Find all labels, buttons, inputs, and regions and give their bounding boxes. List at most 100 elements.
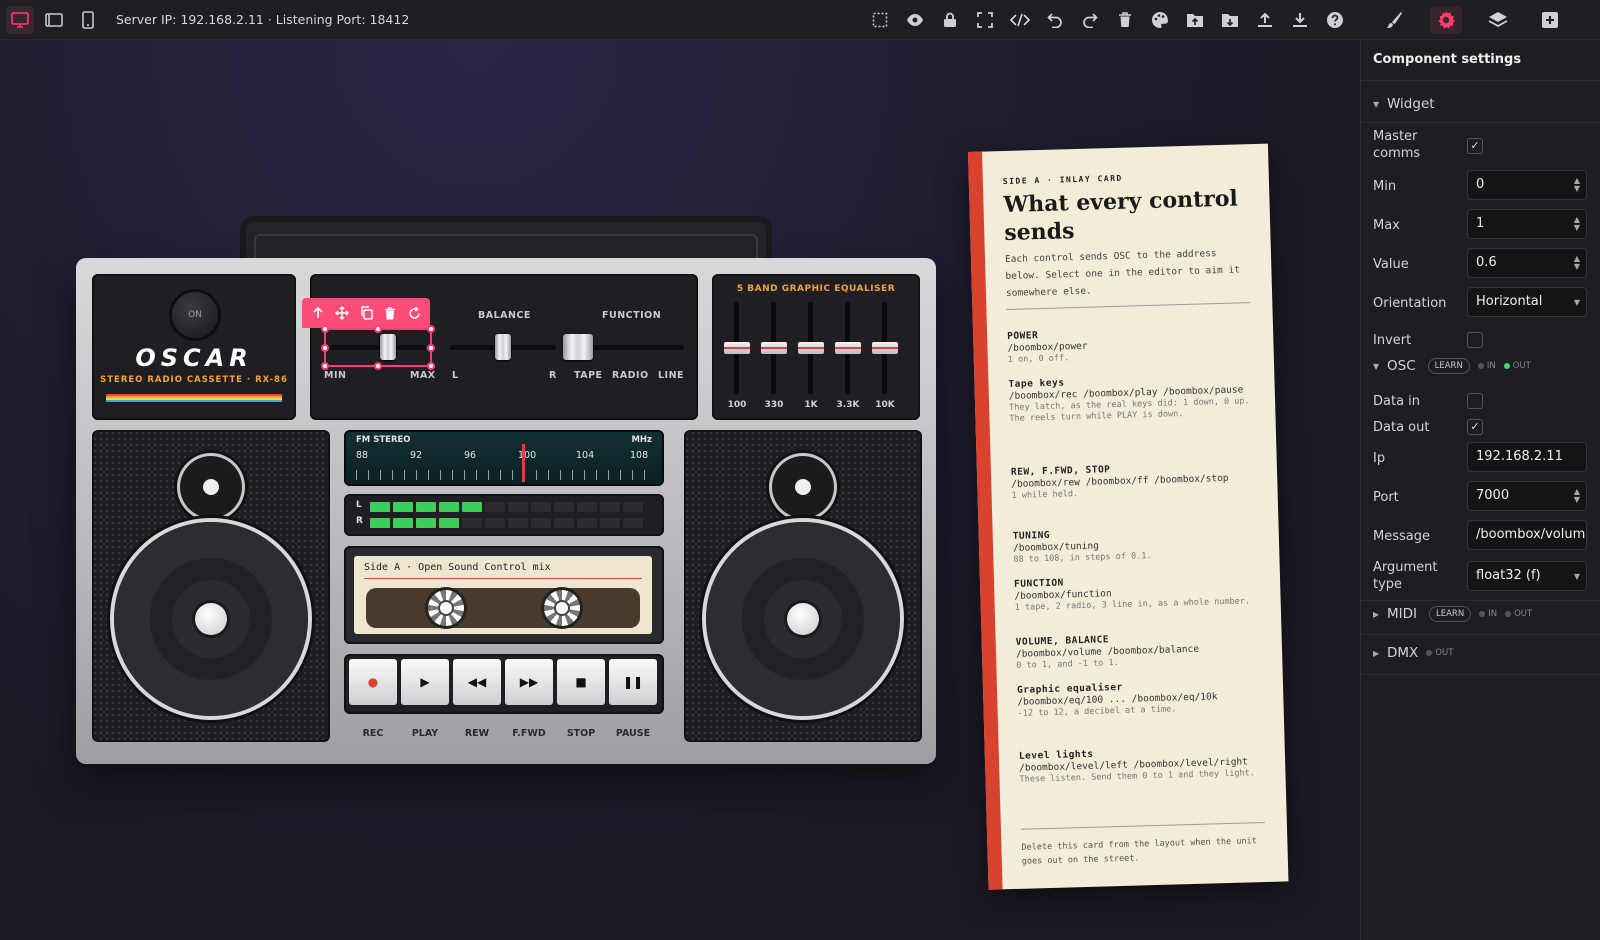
power-button[interactable]: ON <box>172 292 218 338</box>
eq-knob-3.3K[interactable] <box>835 342 861 354</box>
download-icon <box>1293 13 1307 27</box>
layers-tab-button[interactable] <box>1482 6 1514 34</box>
add-widget-button[interactable] <box>1534 6 1566 34</box>
ffwd-key[interactable]: ▶▶ <box>505 659 553 705</box>
function-slider-knob[interactable] <box>563 334 593 360</box>
inlay-card[interactable]: SIDE A · INLAY CARD What every control s… <box>968 143 1289 890</box>
selection-toolbar <box>302 298 430 328</box>
midi-out-indicator: OUT <box>1505 609 1532 619</box>
eq-knob-330[interactable] <box>761 342 787 354</box>
argument-type-select[interactable]: float32 (f) ▼ <box>1467 561 1587 591</box>
eq-slider-3.3K[interactable] <box>835 302 861 394</box>
redo-icon <box>1083 13 1098 28</box>
ip-label: Ip <box>1373 451 1386 466</box>
download-button[interactable] <box>1286 6 1314 34</box>
eq-slider-100[interactable] <box>724 302 750 394</box>
eq-knob-10K[interactable] <box>872 342 898 354</box>
resize-handle-se[interactable] <box>427 362 435 370</box>
midi-in-indicator: IN <box>1479 609 1497 619</box>
level-led <box>439 502 459 512</box>
upload-icon <box>1258 12 1272 27</box>
widget-group-header[interactable]: ▼ Widget <box>1373 96 1435 112</box>
resize-handle-s[interactable] <box>374 362 382 370</box>
open-folder-button[interactable] <box>1181 6 1209 34</box>
code-button[interactable] <box>1006 6 1034 34</box>
eq-knob-1K[interactable] <box>798 342 824 354</box>
tablet-view-button[interactable] <box>40 6 68 34</box>
eq-band-label: 1K <box>804 400 818 410</box>
data-out-checkbox[interactable]: ✓ <box>1467 419 1483 435</box>
level-led <box>554 502 574 512</box>
min-input[interactable]: 0 ▲ ▼ <box>1467 170 1587 200</box>
delete-button[interactable] <box>1111 6 1139 34</box>
style-tab-button[interactable] <box>1378 6 1410 34</box>
eq-slider-330[interactable] <box>761 302 787 394</box>
balance-slider-knob[interactable] <box>495 334 511 360</box>
play-key[interactable]: ▶ <box>401 659 449 705</box>
master-comms-checkbox[interactable]: ✓ <box>1467 138 1483 154</box>
resize-handle-e[interactable] <box>427 344 435 352</box>
lock-icon <box>944 12 956 27</box>
upload-button[interactable] <box>1251 6 1279 34</box>
max-input[interactable]: 1 ▲ ▼ <box>1467 209 1587 239</box>
eq-slider-1K[interactable] <box>798 302 824 394</box>
editor-canvas[interactable]: ON OSCAR STEREO RADIO CASSETTE · RX-86 M… <box>0 40 1360 940</box>
tuner-dial[interactable]: FM STEREO MHz 88 92 96 100 104 108 <box>344 430 664 486</box>
import-button[interactable] <box>1216 6 1244 34</box>
eq-knob-100[interactable] <box>724 342 750 354</box>
ip-input[interactable]: 192.168.2.11 <box>1467 442 1587 472</box>
rew-key[interactable]: ◀◀ <box>453 659 501 705</box>
move-up-button[interactable] <box>309 304 327 322</box>
preview-button[interactable] <box>901 6 929 34</box>
tuner-needle[interactable] <box>521 444 525 482</box>
resize-handle-ne[interactable] <box>427 325 435 333</box>
tuner-scale-92: 92 <box>410 450 423 461</box>
theme-button[interactable] <box>1146 6 1174 34</box>
stepper-icon: ▲ ▼ <box>1573 215 1580 232</box>
port-input[interactable]: 7000 ▲ ▼ <box>1467 481 1587 511</box>
pause-icon: ❚❚ <box>622 675 644 689</box>
dmx-group-header[interactable]: ▶ DMX OUT <box>1373 645 1453 661</box>
osc-learn-button[interactable]: LEARN <box>1427 358 1470 374</box>
pause-key[interactable]: ❚❚ <box>609 659 657 705</box>
redo-button[interactable] <box>1076 6 1104 34</box>
stepper-icon: ▲ ▼ <box>1573 176 1580 193</box>
desktop-view-button[interactable] <box>6 5 34 34</box>
fullscreen-button[interactable] <box>971 6 999 34</box>
drag-handle-button[interactable] <box>333 304 351 322</box>
settings-tab-button[interactable] <box>1430 6 1462 34</box>
invert-checkbox[interactable] <box>1467 332 1483 348</box>
resize-handle-nw[interactable] <box>321 325 329 333</box>
midi-group-header[interactable]: ▶ MIDI LEARN IN OUT <box>1373 606 1532 622</box>
stop-key[interactable]: ■ <box>557 659 605 705</box>
level-led <box>370 502 390 512</box>
key-label: PAUSE <box>615 728 651 739</box>
balance-left-label: L <box>452 370 459 381</box>
rec-key[interactable]: ● <box>349 659 397 705</box>
eq-slider-10K[interactable] <box>872 302 898 394</box>
midi-learn-button[interactable]: LEARN <box>1429 606 1472 622</box>
resize-handle-sw[interactable] <box>321 362 329 370</box>
gear-icon <box>1438 11 1455 29</box>
message-input[interactable]: /boombox/volume <box>1467 520 1587 550</box>
level-led <box>439 518 459 528</box>
undo-button[interactable] <box>1041 6 1069 34</box>
data-in-checkbox[interactable] <box>1467 393 1483 409</box>
stepper-icon: ▲ ▼ <box>1573 254 1580 271</box>
osc-group-header[interactable]: ▼ OSC LEARN IN OUT <box>1373 358 1531 374</box>
phone-view-button[interactable] <box>74 6 102 34</box>
stepper-icon: ▲ ▼ <box>1573 487 1580 504</box>
select-area-button[interactable] <box>866 6 894 34</box>
resize-handle-w[interactable] <box>321 344 329 352</box>
remove-widget-button[interactable] <box>381 304 399 322</box>
layers-icon <box>1488 12 1508 28</box>
reset-button[interactable] <box>405 304 423 322</box>
orientation-select[interactable]: Horizontal ▼ <box>1467 287 1587 317</box>
help-button[interactable] <box>1321 6 1349 34</box>
duplicate-button[interactable] <box>357 304 375 322</box>
resize-handle-n[interactable] <box>374 325 382 333</box>
lock-button[interactable] <box>936 6 964 34</box>
cassette-deck: Side A · Open Sound Control mix <box>344 546 664 644</box>
copy-icon <box>360 306 373 320</box>
value-input[interactable]: 0.6 ▲ ▼ <box>1467 248 1587 278</box>
